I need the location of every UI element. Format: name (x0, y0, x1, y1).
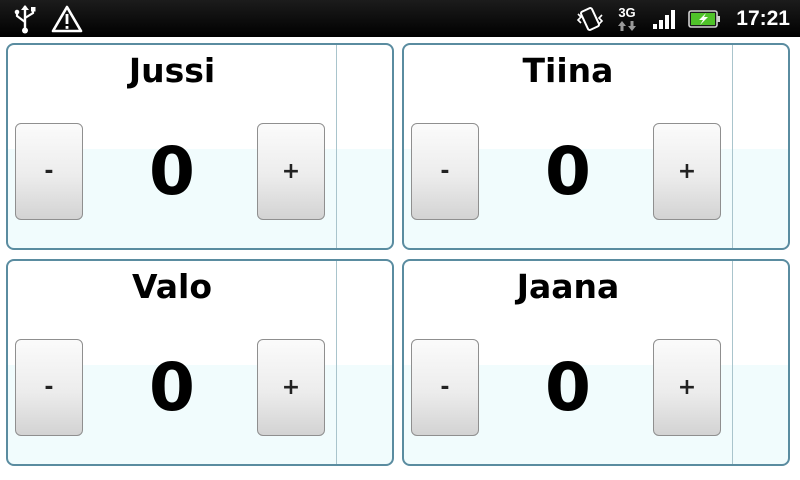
player-card-jaana: Jaana - 0 + (402, 259, 790, 466)
player-name: Jussi (128, 51, 216, 90)
decrement-score-button[interactable]: - (411, 123, 479, 220)
increment-score-button[interactable]: + (653, 123, 721, 220)
increment-score-button[interactable]: + (257, 339, 325, 436)
vibrate-icon (575, 0, 605, 37)
player-name: Jaana (516, 267, 620, 306)
player-name: Valo (132, 267, 212, 306)
card-divider (336, 261, 337, 464)
player-card-valo: Valo - 0 + (6, 259, 394, 466)
player-name: Tiina (522, 51, 614, 90)
status-bar: 3G 17:21 (0, 0, 800, 37)
signal-icon (650, 0, 680, 37)
card-divider (732, 261, 733, 464)
battery-charging-icon (687, 0, 723, 37)
player-score: 0 (545, 349, 591, 426)
warning-icon (50, 0, 84, 37)
usb-icon (10, 0, 40, 37)
decrement-score-button[interactable]: - (15, 339, 83, 436)
card-divider (336, 45, 337, 248)
3g-icon: 3G (612, 0, 642, 37)
player-card-tiina: Tiina - 0 + (402, 43, 790, 250)
decrement-score-button[interactable]: - (411, 339, 479, 436)
increment-score-button[interactable]: + (257, 123, 325, 220)
player-card-jussi: Jussi - 0 + (6, 43, 394, 250)
network-type-label: 3G (618, 4, 636, 20)
player-score: 0 (545, 133, 591, 210)
decrement-score-button[interactable]: - (15, 123, 83, 220)
scoreboard-grid: Jussi - 0 + Tiina - 0 + Valo - 0 + Jaana… (0, 37, 800, 480)
card-divider (732, 45, 733, 248)
status-clock: 17:21 (736, 7, 790, 30)
player-score: 0 (149, 349, 195, 426)
player-score: 0 (149, 133, 195, 210)
increment-score-button[interactable]: + (653, 339, 721, 436)
